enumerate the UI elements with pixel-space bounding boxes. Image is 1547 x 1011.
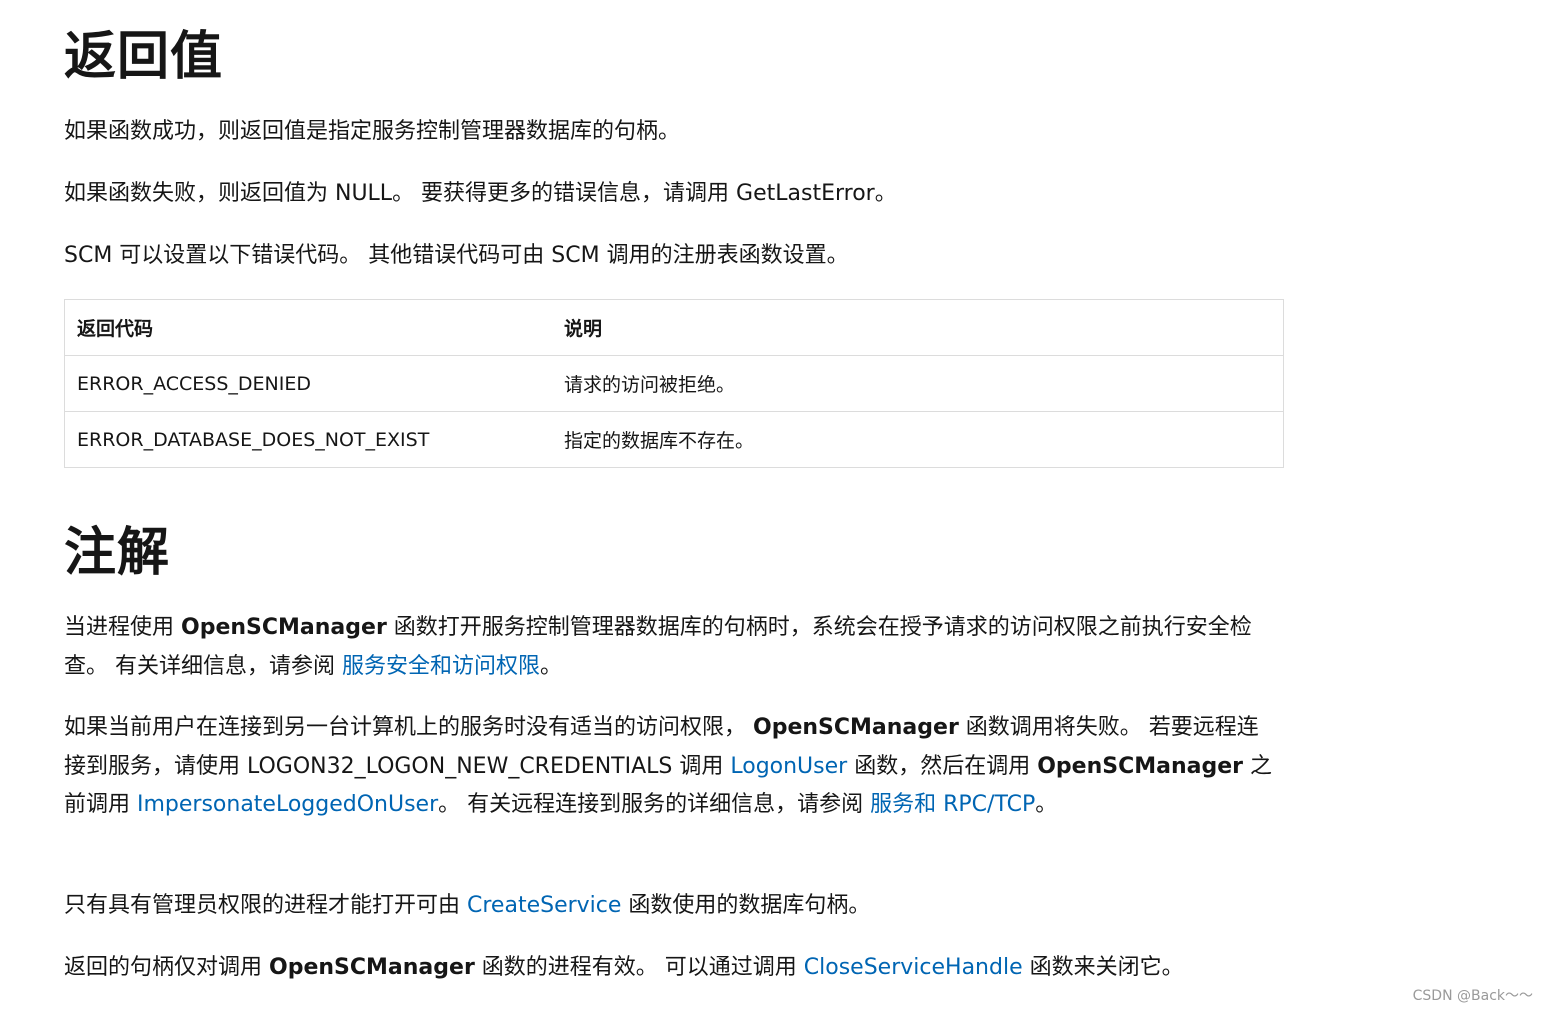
heading-remarks: 注解 [64, 523, 171, 583]
csdn-watermark: CSDN @Back～～ [1412, 988, 1533, 1004]
text-span: 函数使用的数据库句柄。 [621, 893, 871, 918]
return-para-scm-errors: SCM 可以设置以下错误代码。 其他错误代码可由 SCM 调用的注册表函数设置。 [64, 243, 849, 268]
table-cell-description: 指定的数据库不存在。 [552, 411, 1284, 468]
text-span: 。 [1035, 792, 1058, 817]
text-span: 当进程使用 [64, 615, 181, 640]
return-para-failure: 如果函数失败，则返回值为 NULL。 要获得更多的错误信息，请调用 GetLas… [64, 181, 897, 206]
link-createservice[interactable]: CreateService [467, 893, 621, 918]
error-code-table: 返回代码 说明 ERROR_ACCESS_DENIED 请求的访问被拒绝。 ER… [64, 299, 1284, 468]
function-name-openscmanager: OpenSCManager [181, 615, 387, 640]
return-para-success: 如果函数成功，则返回值是指定服务控制管理器数据库的句柄。 [64, 119, 681, 144]
function-name-openscmanager: OpenSCManager [753, 715, 959, 740]
link-services-rpc-tcp[interactable]: 服务和 RPC/TCP [870, 792, 1035, 817]
text-span: 函数，然后在调用 [847, 753, 1038, 779]
link-logonuser[interactable]: LogonUser [730, 754, 847, 779]
text-span: 返回的句柄仅对调用 [64, 955, 269, 980]
remarks-para-admin-rights: 只有具有管理员权限的进程才能打开可由 CreateService 函数使用的数据… [64, 887, 1279, 926]
table-row: ERROR_DATABASE_DOES_NOT_EXIST 指定的数据库不存在。 [64, 411, 1284, 468]
table-cell-code: ERROR_DATABASE_DOES_NOT_EXIST [64, 411, 552, 468]
text-span: 。 有关远程连接到服务的详细信息，请参阅 [438, 792, 871, 817]
table-row: ERROR_ACCESS_DENIED 请求的访问被拒绝。 [64, 355, 1284, 412]
table-header-row: 返回代码 说明 [64, 299, 1284, 356]
text-span: 只有具有管理员权限的进程才能打开可由 [64, 893, 467, 918]
remarks-para-remote-access: 如果当前用户在连接到另一台计算机上的服务时没有适当的访问权限， OpenSCMa… [64, 709, 1279, 825]
text-span: 函数来关闭它。 [1022, 955, 1184, 980]
heading-return-value: 返回值 [64, 27, 224, 87]
link-impersonateloggedonuser[interactable]: ImpersonateLoggedOnUser [137, 792, 438, 817]
table-header-description: 说明 [552, 299, 1284, 356]
function-name-openscmanager: OpenSCManager [1037, 753, 1243, 779]
remarks-para-security-check: 当进程使用 OpenSCManager 函数打开服务控制管理器数据库的句柄时，系… [64, 609, 1279, 686]
text-span: 如果当前用户在连接到另一台计算机上的服务时没有适当的访问权限， [64, 715, 753, 740]
link-service-security[interactable]: 服务安全和访问权限 [342, 654, 540, 679]
function-name-openscmanager: OpenSCManager [269, 955, 475, 980]
text-span: 函数的进程有效。 可以通过调用 [474, 955, 804, 980]
table-cell-code: ERROR_ACCESS_DENIED [64, 355, 552, 412]
text-span: 。 [540, 653, 563, 679]
remarks-para-handle-validity: 返回的句柄仅对调用 OpenSCManager 函数的进程有效。 可以通过调用 … [64, 949, 1279, 988]
table-header-code: 返回代码 [64, 299, 552, 356]
link-closeservicehandle[interactable]: CloseServiceHandle [804, 955, 1023, 980]
table-cell-description: 请求的访问被拒绝。 [552, 355, 1284, 412]
